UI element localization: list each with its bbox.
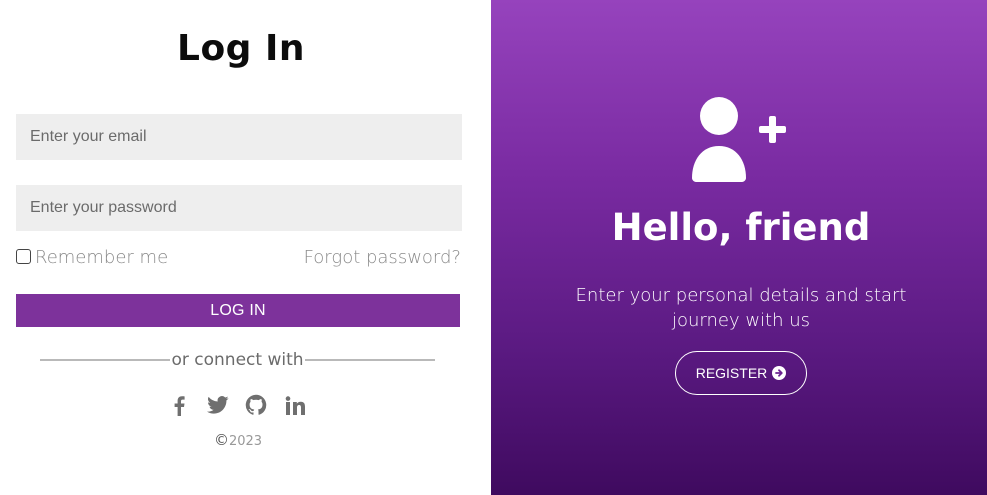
copyright-symbol: © <box>213 431 229 449</box>
connect-divider: or connect with <box>40 348 436 372</box>
remember-me-checkbox[interactable] <box>16 248 31 264</box>
remember-me[interactable]: Remember me <box>16 245 168 269</box>
facebook-icon[interactable] <box>166 392 192 418</box>
twitter-icon[interactable] <box>205 392 231 418</box>
login-panel: Log In Remember me Forgot password? LOG … <box>0 0 491 495</box>
register-subtitle: Enter your personal details and start jo… <box>575 285 907 331</box>
github-icon[interactable] <box>243 392 269 418</box>
arrow-right-icon <box>772 366 787 380</box>
divider-text: or connect with <box>171 350 304 370</box>
divider-line-right <box>304 359 436 361</box>
user-plus-icon <box>692 97 786 182</box>
forgot-password-link[interactable]: Forgot password? <box>304 245 461 269</box>
copyright-year: 2023 <box>228 434 263 449</box>
register-panel: Hello, friend Enter your personal detail… <box>491 0 987 495</box>
email-field[interactable] <box>16 114 462 160</box>
register-button-label: REGISTER <box>695 365 768 381</box>
register-heading: Hello, friend <box>611 206 871 249</box>
social-links <box>166 392 308 418</box>
register-button[interactable]: REGISTER <box>675 351 807 395</box>
divider-line-left <box>40 359 171 361</box>
login-button[interactable]: LOG IN <box>16 294 460 327</box>
login-page: Log In Remember me Forgot password? LOG … <box>0 0 987 495</box>
copyright: ©2023 <box>0 431 476 449</box>
page-title: Log In <box>177 28 305 69</box>
linkedin-icon[interactable] <box>282 392 308 418</box>
password-field[interactable] <box>16 185 462 231</box>
remember-me-label: Remember me <box>35 246 169 268</box>
